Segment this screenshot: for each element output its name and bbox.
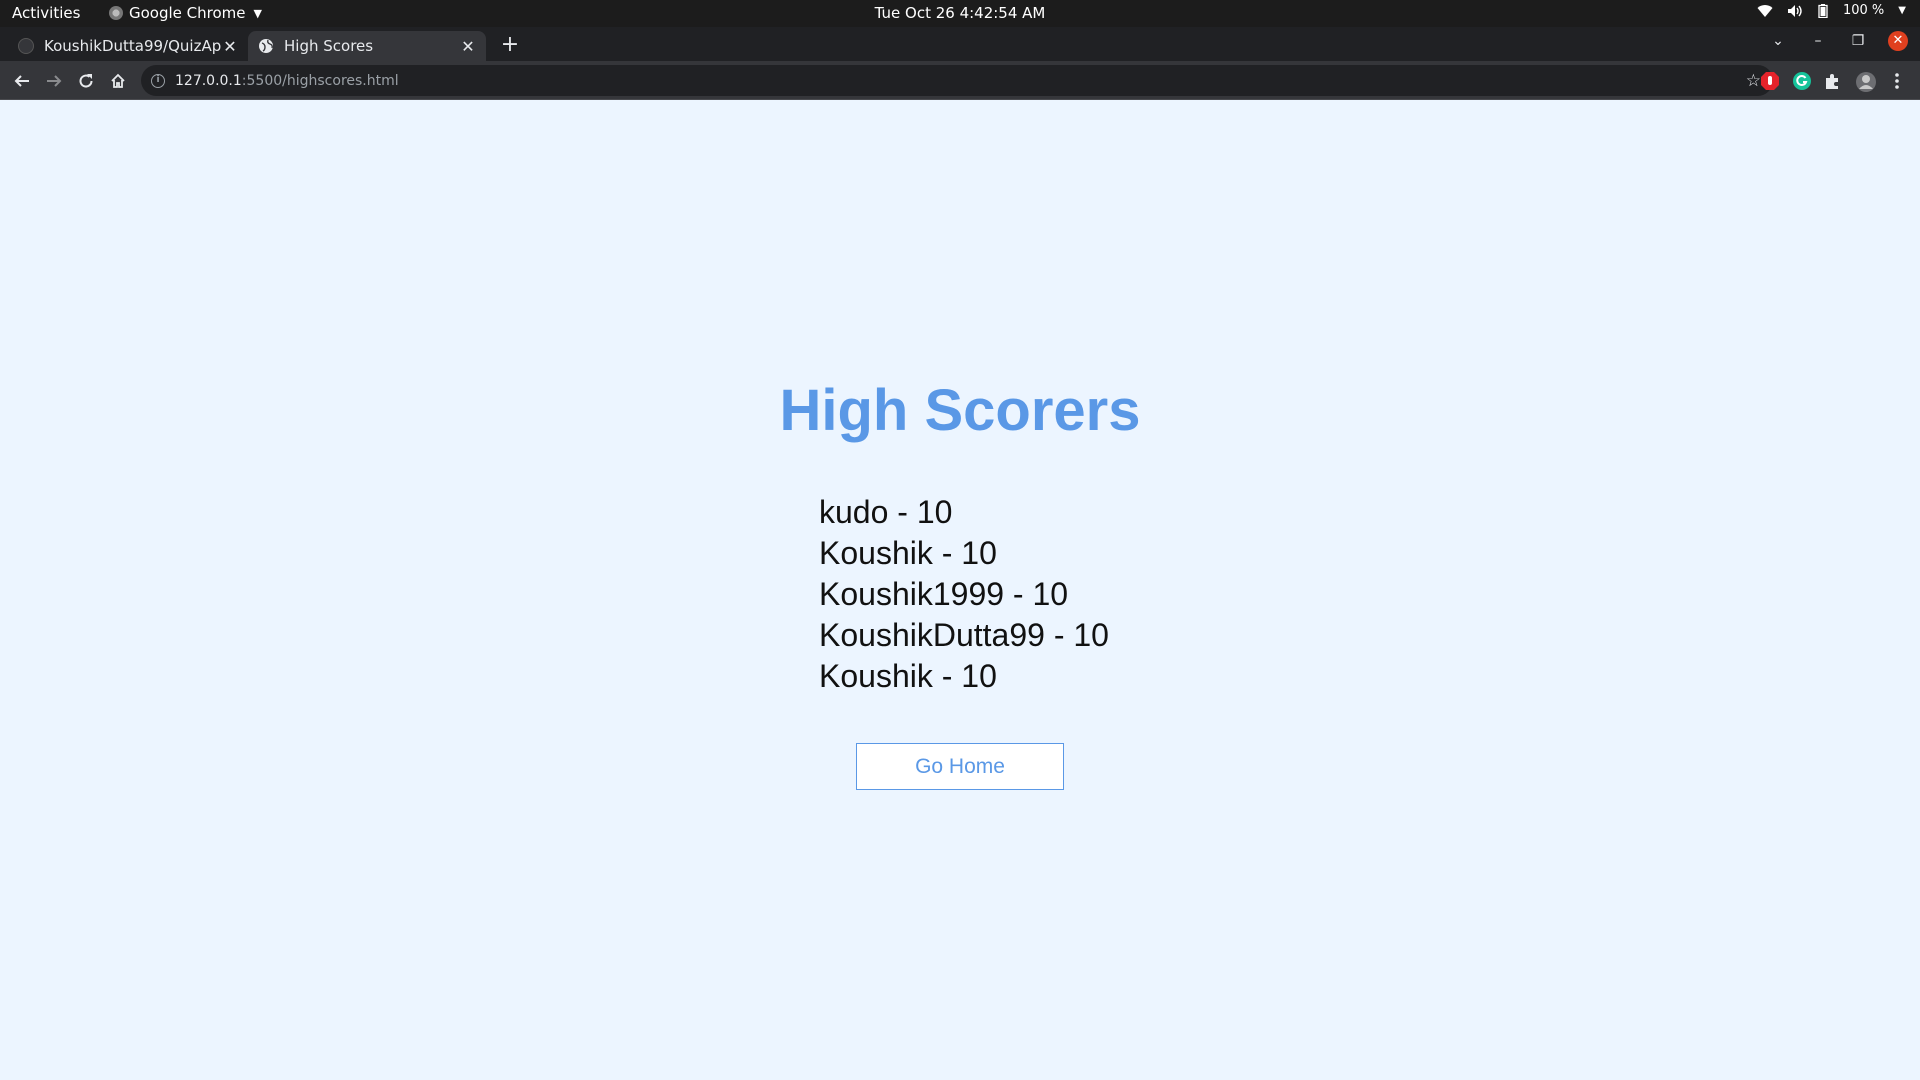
extensions-puzzle-icon[interactable] [1823,71,1843,91]
url-host: 127.0.0.1 [175,72,242,89]
tray-caret-down-icon: ▼ [1898,5,1906,16]
score-item: Koushik1999 - 10 [819,576,1069,612]
wifi-icon [1757,4,1773,18]
close-tab-icon[interactable]: ✕ [222,37,238,56]
url-path: :5500/highscores.html [241,72,399,89]
bookmark-star-icon[interactable]: ☆ [1746,71,1761,91]
tab-high-scores[interactable]: High Scores ✕ [248,31,486,61]
score-item: Koushik - 10 [819,535,997,571]
system-top-bar: Activities Google Chrome ▼ Tue Oct 26 4:… [0,0,1920,27]
minimize-icon[interactable]: – [1808,33,1828,49]
clock[interactable]: Tue Oct 26 4:42:54 AM [875,4,1046,22]
system-tray[interactable]: 100 % ▼ [1757,3,1906,18]
page-content: High Scorers kudo - 10 Koushik - 10 Kous… [0,100,1920,1080]
chrome-app-icon [109,6,123,20]
forward-arrow-icon[interactable] [43,70,65,92]
close-tab-icon[interactable]: ✕ [460,37,476,56]
grammarly-extension-icon[interactable] [1792,71,1812,91]
high-scores-list: kudo - 10 Koushik - 10 Koushik1999 - 10 … [819,492,1109,697]
tab-title: KoushikDutta99/QuizApp [44,37,222,55]
tab-quizapp[interactable]: KoushikDutta99/QuizApp ✕ [8,31,248,61]
caret-down-icon: ▼ [253,6,262,20]
tab-search-chevron-icon[interactable]: ⌄ [1768,33,1788,49]
app-menu[interactable]: Google Chrome ▼ [109,4,262,22]
close-window-icon[interactable]: ✕ [1888,31,1908,51]
home-icon[interactable] [107,70,129,92]
new-tab-plus-icon[interactable]: + [498,34,522,58]
volume-icon [1787,4,1803,18]
battery-percent: 100 % [1842,3,1885,18]
page-title: High Scorers [779,378,1141,443]
globe-icon [258,38,274,54]
github-icon [18,38,34,54]
score-item: Koushik - 10 [819,658,997,694]
tab-title: High Scores [284,37,374,55]
window-controls: ⌄ – ❐ ✕ [1768,31,1908,51]
profile-avatar-icon[interactable] [1855,71,1876,92]
site-info-icon[interactable]: i [151,73,165,88]
go-home-button[interactable]: Go Home [856,743,1064,790]
browser-toolbar: i 127.0.0.1:5500/highscores.html ☆ [0,61,1920,100]
activities-button[interactable]: Activities [12,4,80,22]
score-item: KoushikDutta99 - 10 [819,617,1109,653]
address-bar[interactable]: i 127.0.0.1:5500/highscores.html ☆ [141,65,1773,96]
tab-strip: KoushikDutta99/QuizApp ✕ High Scores ✕ +… [0,27,1920,61]
app-name: Google Chrome [129,4,246,22]
score-item: kudo - 10 [819,494,953,530]
clock-area: Tue Oct 26 4:42:54 AM [0,4,1920,22]
battery-icon [1817,3,1829,18]
reload-icon[interactable] [75,70,97,92]
restore-icon[interactable]: ❐ [1848,33,1868,49]
kebab-menu-icon[interactable] [1887,71,1907,91]
back-arrow-icon[interactable] [11,70,33,92]
adblock-extension-icon[interactable] [1760,71,1780,91]
